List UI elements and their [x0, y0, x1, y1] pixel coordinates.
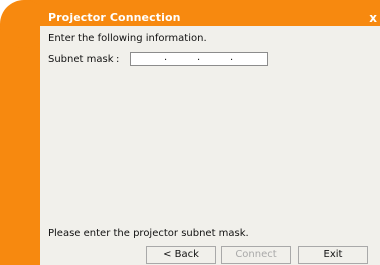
close-icon[interactable]: x: [369, 10, 377, 26]
octet-separator: .: [230, 52, 234, 63]
window-title: Projector Connection: [48, 11, 181, 24]
window-rounded-corner: [0, 0, 48, 48]
subnet-octet-3[interactable]: [202, 53, 228, 65]
subnet-octet-1[interactable]: [135, 53, 161, 65]
subnet-octet-2[interactable]: [169, 53, 195, 65]
octet-separator: .: [197, 52, 201, 63]
subnet-mask-label: Subnet mask: [48, 54, 114, 65]
subnet-octet-4[interactable]: [235, 53, 261, 65]
connect-button[interactable]: Connect: [221, 246, 291, 264]
octet-separator: .: [164, 52, 168, 63]
dialog-panel: Enter the following information. Subnet …: [40, 26, 380, 265]
status-hint: Please enter the projector subnet mask.: [48, 228, 249, 239]
back-button[interactable]: < Back: [146, 246, 216, 264]
exit-button[interactable]: Exit: [298, 246, 368, 264]
title-bar: Projector Connection x: [40, 10, 380, 26]
intro-text: Enter the following information.: [48, 33, 207, 44]
subnet-mask-colon: :: [116, 54, 120, 65]
subnet-mask-input[interactable]: . . .: [130, 52, 268, 66]
